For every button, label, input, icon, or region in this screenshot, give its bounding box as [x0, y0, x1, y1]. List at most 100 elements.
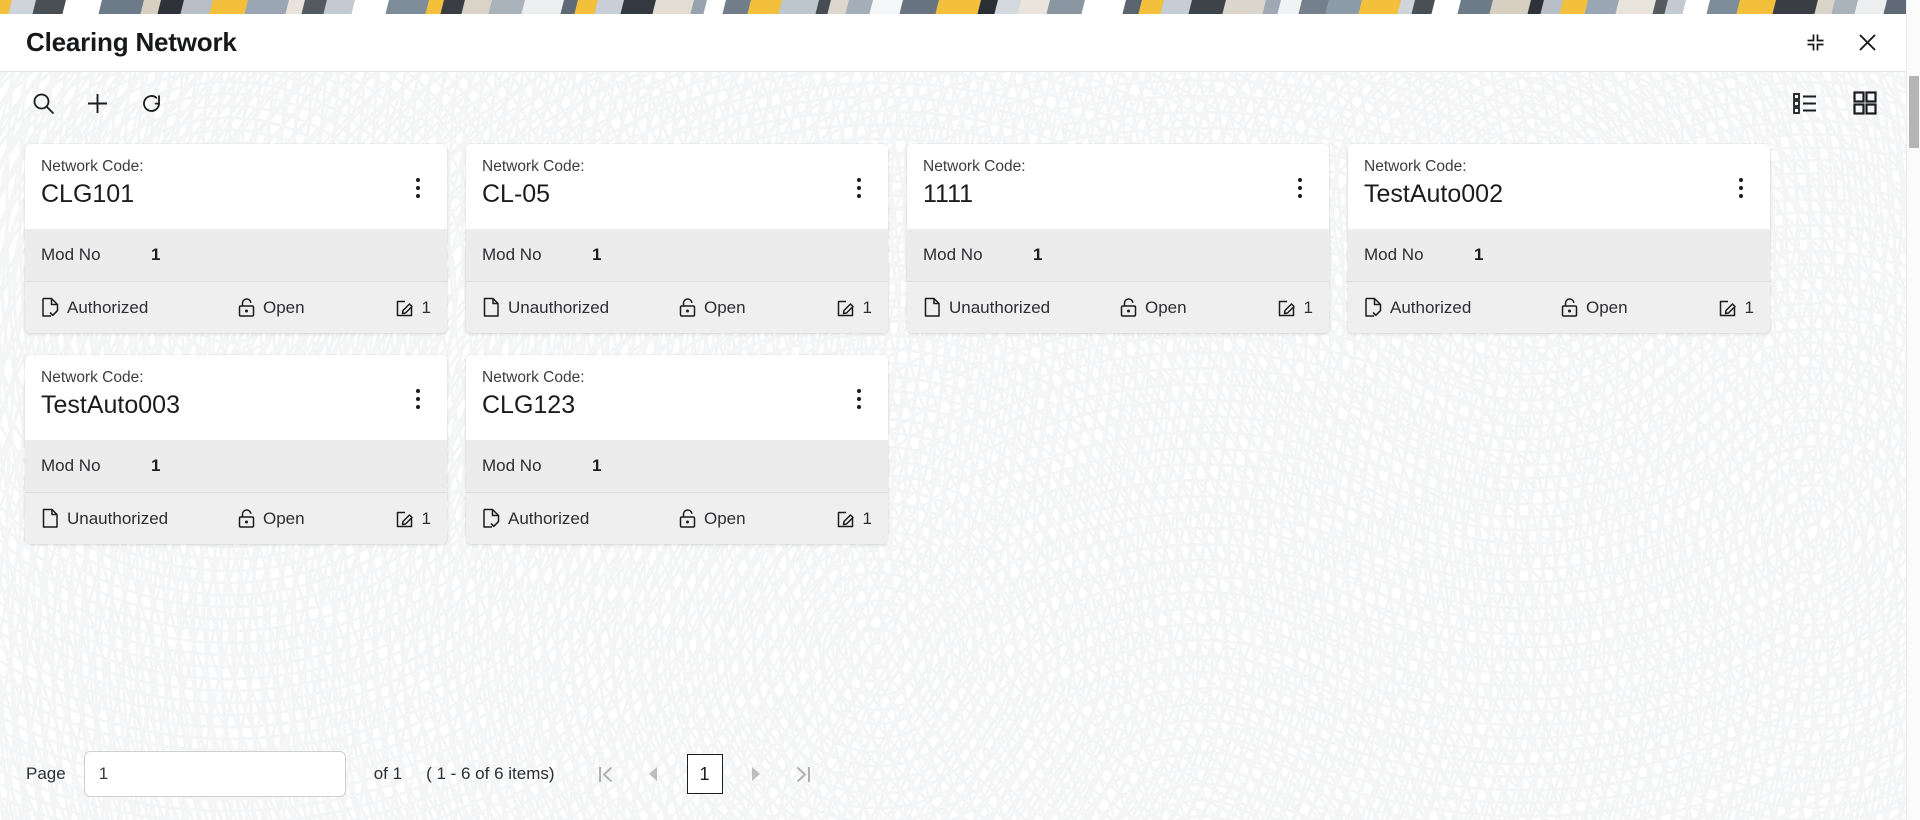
card-footer: AuthorizedOpen 1 [466, 492, 888, 544]
card-menu-button[interactable] [405, 171, 431, 205]
pager-navigation: 1 [591, 754, 819, 794]
card-menu-button[interactable] [1287, 171, 1313, 205]
card-footer: Unauthorized Open 1 [907, 281, 1329, 333]
strip-bar [1735, 0, 1778, 14]
network-card[interactable]: Network Code:CLG101Mod No1AuthorizedOpen… [25, 144, 447, 333]
toolbar [0, 72, 1908, 134]
authorization-status[interactable]: Authorized [41, 297, 237, 318]
authorization-status[interactable]: Unauthorized [41, 508, 237, 529]
record-status[interactable]: Open [1119, 297, 1259, 318]
network-card[interactable]: Network Code:TestAuto003Mod No1Unauthori… [25, 355, 447, 544]
record-status[interactable]: Open [678, 508, 818, 529]
card-header: Network Code:1111 [907, 144, 1329, 229]
strip-bar [243, 0, 291, 14]
mod-no-label: Mod No [923, 245, 1033, 265]
card-header: Network Code:TestAuto003 [25, 355, 447, 440]
vertical-scrollbar-track[interactable] [1906, 0, 1920, 820]
card-menu-button[interactable] [1728, 171, 1754, 205]
mod-no-value: 1 [1474, 245, 1483, 265]
record-status-label: Open [1145, 298, 1187, 318]
card-footer: Unauthorized Open 1 [25, 492, 447, 544]
strip-bar [1324, 0, 1364, 14]
refresh-button[interactable] [134, 86, 168, 120]
card-menu-button[interactable] [405, 382, 431, 416]
search-button[interactable] [26, 86, 60, 120]
strip-bar [1456, 0, 1495, 14]
network-card[interactable]: Network Code:CLG123Mod No1AuthorizedOpen… [466, 355, 888, 544]
edit-square-icon [395, 297, 415, 318]
modification-count[interactable]: 1 [836, 508, 872, 529]
modification-count-label: 1 [1745, 298, 1754, 318]
grid-view-icon [1852, 90, 1878, 116]
modification-count-label: 1 [863, 298, 872, 318]
close-button[interactable] [1852, 28, 1882, 58]
record-status[interactable]: Open [237, 297, 377, 318]
page-total-label: of 1 [374, 764, 402, 784]
strip-bar [487, 0, 527, 14]
network-code-label: Network Code: [482, 157, 846, 177]
strip-bar [384, 0, 431, 14]
authorization-status[interactable]: Authorized [1364, 297, 1560, 318]
strip-bar [1771, 0, 1820, 14]
strip-bar [1357, 0, 1403, 14]
mod-no-label: Mod No [482, 245, 592, 265]
modification-count[interactable]: 1 [395, 508, 431, 529]
strip-bar [1045, 0, 1087, 14]
record-status[interactable]: Open [678, 297, 818, 318]
record-status[interactable]: Open [1560, 297, 1700, 318]
edit-square-icon [1277, 297, 1297, 318]
document-check-icon [1364, 297, 1383, 318]
mod-no-value: 1 [592, 245, 601, 265]
card-header-text: Network Code:TestAuto002 [1364, 157, 1728, 210]
network-card-grid: Network Code:CLG101Mod No1AuthorizedOpen… [0, 134, 1908, 544]
next-page-button[interactable] [741, 757, 771, 791]
network-card[interactable]: Network Code:CL-05Mod No1UnauthorizedOpe… [466, 144, 888, 333]
mod-no-row: Mod No1 [25, 440, 447, 492]
modification-count[interactable]: 1 [395, 297, 431, 318]
unlock-icon [1560, 297, 1579, 318]
edit-square-icon [836, 297, 856, 318]
first-page-icon [597, 765, 614, 784]
edit-square-icon [395, 508, 415, 529]
modification-count[interactable]: 1 [836, 297, 872, 318]
network-code-value: CLG123 [482, 389, 846, 421]
card-footer: Authorized Open 1 [25, 281, 447, 333]
record-status[interactable]: Open [237, 508, 377, 529]
previous-page-button[interactable] [639, 757, 669, 791]
modification-count[interactable]: 1 [1718, 297, 1754, 318]
restore-down-button[interactable] [1800, 28, 1830, 58]
add-button[interactable] [80, 86, 114, 120]
authorization-status[interactable]: Unauthorized [482, 297, 678, 318]
strip-bar [97, 0, 146, 14]
close-icon [1857, 32, 1878, 53]
card-menu-button[interactable] [846, 382, 872, 416]
document-icon [482, 297, 501, 318]
strip-bar [934, 0, 983, 14]
grid-view-button[interactable] [1848, 86, 1882, 120]
strip-bar [898, 0, 941, 14]
mod-no-label: Mod No [41, 245, 151, 265]
network-card[interactable]: Network Code:TestAuto002Mod No1Authorize… [1348, 144, 1770, 333]
strip-bar [1488, 0, 1533, 14]
authorization-status-label: Unauthorized [67, 509, 168, 529]
first-page-button[interactable] [591, 757, 621, 791]
modification-count[interactable]: 1 [1277, 297, 1313, 318]
network-card[interactable]: Network Code:1111 Mod No 1 Unauthorized Open… [907, 144, 1329, 333]
list-view-button[interactable] [1788, 86, 1822, 120]
page-number-input[interactable] [84, 751, 346, 797]
plus-icon [85, 91, 110, 116]
card-header-text: Network Code:1111 [923, 157, 1287, 210]
card-menu-button[interactable] [846, 171, 872, 205]
strip-bar [651, 0, 696, 14]
window-titlebar: Clearing Network [0, 14, 1908, 72]
authorization-status[interactable]: Authorized [482, 508, 678, 529]
authorization-status[interactable]: Unauthorized [923, 297, 1119, 318]
edit-square-icon [836, 508, 856, 529]
document-check-icon [41, 297, 60, 318]
strip-bar [1614, 0, 1658, 14]
last-page-button[interactable] [789, 757, 819, 791]
vertical-scrollbar-thumb[interactable] [1909, 76, 1919, 148]
authorization-status-label: Authorized [67, 298, 148, 318]
current-page-button[interactable]: 1 [687, 754, 723, 794]
unlock-icon [678, 297, 697, 318]
